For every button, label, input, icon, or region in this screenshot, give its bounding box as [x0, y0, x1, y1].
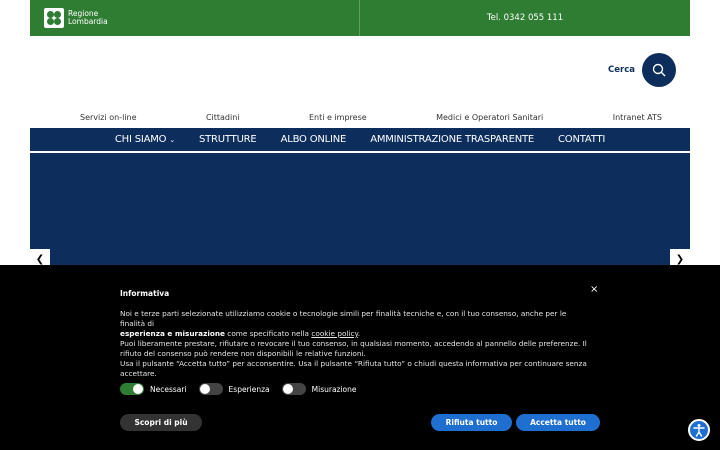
- toggle-label: Misurazione: [311, 384, 357, 394]
- cookie-text-bold: esperienza e misurazione: [120, 329, 225, 338]
- chevron-down-icon: ⌄: [169, 136, 175, 144]
- search-icon: [652, 63, 666, 77]
- search-label[interactable]: Cerca: [608, 65, 635, 75]
- hero-carousel: [30, 153, 690, 265]
- cookie-text: Noi e terze parti selezionate utilizziam…: [120, 309, 590, 379]
- page: Regione Lombardia Tel. 0342 055 111 Cerc…: [0, 0, 720, 450]
- cookie-text-p2: come specificato nella: [224, 329, 312, 338]
- mainnav-item-albo[interactable]: ALBO ONLINE: [281, 134, 347, 145]
- learn-more-button[interactable]: Scopri di più: [120, 414, 202, 431]
- mainnav-item-strutture[interactable]: STRUTTURE: [199, 134, 257, 145]
- toggle-misurazione[interactable]: Misurazione: [281, 383, 357, 395]
- search-button[interactable]: [642, 53, 676, 87]
- toggle-switch[interactable]: [198, 383, 223, 395]
- mainnav-item-trasparente[interactable]: AMMINISTRAZIONE TRASPARENTE: [370, 134, 534, 145]
- subnav-item-medici[interactable]: Medici e Operatori Sanitari: [436, 113, 543, 122]
- logo-line2: Lombardia: [68, 17, 108, 26]
- chevron-left-icon: ❮: [35, 253, 45, 265]
- accessibility-icon: [693, 424, 705, 437]
- reject-all-button[interactable]: Rifiuta tutto: [431, 414, 512, 431]
- top-bar-left: Regione Lombardia: [30, 0, 360, 36]
- subnav-item-cittadini[interactable]: Cittadini: [206, 113, 240, 122]
- rosa-camuna-icon: [44, 8, 64, 28]
- main-nav: CHI SIAMO ⌄ STRUTTURE ALBO ONLINE AMMINI…: [30, 128, 690, 152]
- phone-number[interactable]: Tel. 0342 055 111: [360, 0, 690, 36]
- mainnav-item-label: CHI SIAMO: [114, 134, 167, 145]
- secondary-nav: Servizi on-line Cittadini Enti e imprese…: [30, 106, 690, 128]
- cookie-text-p4: Usa il pulsante “Accetta tutto” per acco…: [120, 359, 587, 378]
- cookie-overlay: Informativa × Noi e terze parti selezion…: [0, 265, 720, 450]
- toggle-knob: [282, 384, 293, 394]
- cookie-text-p3: Puoi liberamente prestare, rifiutare o r…: [120, 339, 587, 358]
- accessibility-button[interactable]: [688, 419, 710, 441]
- search-area: Cerca: [30, 36, 690, 106]
- chevron-right-icon: ❯: [675, 253, 685, 265]
- cookie-toggles: Necessari Esperienza Misurazione: [120, 383, 357, 395]
- regione-lombardia-logo[interactable]: Regione Lombardia: [44, 8, 108, 28]
- mainnav-item-chi-siamo[interactable]: CHI SIAMO ⌄: [115, 134, 175, 145]
- toggle-esperienza[interactable]: Esperienza: [198, 383, 270, 395]
- subnav-item-intranet[interactable]: Intranet ATS: [613, 113, 662, 122]
- toggle-knob: [199, 384, 210, 394]
- top-bar: Regione Lombardia Tel. 0342 055 111: [30, 0, 690, 36]
- toggle-label: Necessari: [150, 384, 187, 394]
- toggle-switch[interactable]: [120, 383, 144, 395]
- subnav-item-servizi[interactable]: Servizi on-line: [80, 113, 137, 122]
- logo-text: Regione Lombardia: [68, 10, 108, 26]
- subnav-item-enti[interactable]: Enti e imprese: [309, 113, 367, 122]
- close-icon[interactable]: ×: [590, 284, 598, 295]
- accept-all-button[interactable]: Accetta tutto: [516, 414, 600, 431]
- toggle-label: Esperienza: [228, 384, 270, 394]
- cookie-title: Informativa: [120, 289, 170, 298]
- toggle-switch[interactable]: [281, 383, 306, 395]
- cookie-policy-link[interactable]: cookie policy: [311, 329, 357, 338]
- cookie-text-dot: .: [357, 329, 361, 338]
- cookie-text-p1: Noi e terze parti selezionate utilizziam…: [120, 309, 567, 328]
- toggle-necessari[interactable]: Necessari: [120, 383, 187, 395]
- toggle-knob: [133, 384, 143, 394]
- mainnav-item-contatti[interactable]: CONTATTI: [558, 134, 605, 145]
